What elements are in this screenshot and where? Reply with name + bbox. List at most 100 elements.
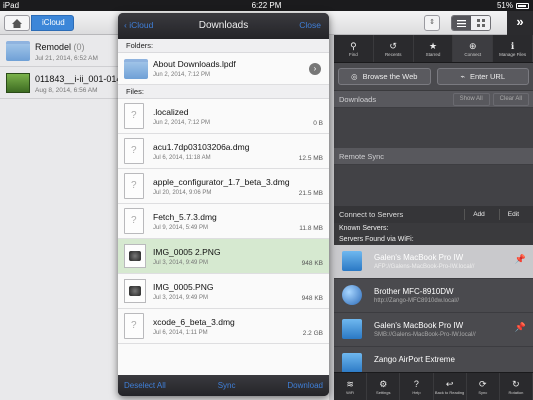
popover-body: Folders: About Downloads.lpdf Jun 2, 201… <box>118 39 329 375</box>
folders-label: Folders: <box>118 39 329 53</box>
status-bar: iPad 6:22 PM 51% <box>0 0 533 11</box>
show-all-button[interactable]: Show All <box>452 93 490 106</box>
tab-connect[interactable]: ⊕ Connect <box>453 35 494 62</box>
wifi-server-icon <box>342 319 362 339</box>
grid-icon <box>476 19 485 27</box>
document-icon <box>124 103 144 129</box>
chevron-right-icon[interactable]: › <box>309 63 321 75</box>
item-date: Jul 21, 2014, 6:52 AM <box>35 55 98 62</box>
close-button[interactable]: Close <box>299 20 321 30</box>
help-icon: ? <box>413 378 419 389</box>
rotate-icon: ↻ <box>512 378 520 389</box>
popover-header: ‹ iCloud Downloads Close <box>118 13 329 39</box>
folder-icon <box>124 59 148 79</box>
file-row[interactable]: acu1.7dp03103206a.dmg Jul 6, 2014, 11:18… <box>118 134 329 169</box>
wifi-server-icon <box>342 353 362 373</box>
folder-icon <box>6 41 30 61</box>
wifi-server-icon <box>342 251 362 271</box>
sort-icon: ⇕ <box>429 19 435 26</box>
image-file-icon <box>124 279 146 303</box>
file-row[interactable]: xcode_6_beta_3.dmg Jul 6, 2014, 1:11 PM … <box>118 309 329 344</box>
downloads-header: Downloads Show All Clear All <box>334 91 533 108</box>
help-button[interactable]: ? Help <box>400 373 434 400</box>
back-icon: ↩ <box>445 378 454 389</box>
item-name: Remodel <box>35 42 72 52</box>
sort-button[interactable]: ⇕ <box>424 15 440 31</box>
file-row[interactable]: Fetch_5.7.3.dmg Jul 9, 2014, 5:49 PM 11.… <box>118 204 329 239</box>
enter-url-button[interactable]: ⌁ Enter URL <box>436 68 529 85</box>
document-icon <box>124 208 144 234</box>
popover-title: Downloads <box>198 20 249 31</box>
info-icon: ℹ <box>510 40 515 51</box>
server-item[interactable]: Brother MFC-8910DW http://Zango-MFC8910d… <box>334 279 533 313</box>
rotation-button[interactable]: ↻ Rotation <box>500 373 533 400</box>
server-item[interactable]: Galen's MacBook Pro IW AFP://Galens-MacB… <box>334 245 533 279</box>
image-thumbnail-icon <box>6 73 30 93</box>
remote-sync-header: Remote Sync <box>334 148 533 165</box>
battery-percent: 51% <box>496 1 513 10</box>
deselect-all-button[interactable]: Deselect All <box>124 381 166 390</box>
grid-view-button[interactable] <box>471 16 490 30</box>
file-row[interactable]: apple_configurator_1.7_beta_3.dmg Jul 20… <box>118 169 329 204</box>
list-item[interactable]: Remodel (0) Jul 21, 2014, 6:52 AM <box>0 35 118 67</box>
home-button[interactable] <box>4 15 30 31</box>
expand-panel-button[interactable]: » <box>507 11 533 35</box>
clock: 6:22 PM <box>251 1 282 10</box>
wifi-icon: ≋ <box>346 378 354 389</box>
list-icon <box>457 19 466 27</box>
wifi-button[interactable]: ≋ WiFi <box>334 373 368 400</box>
file-list: Remodel (0) Jul 21, 2014, 6:52 AM 011843… <box>0 35 122 400</box>
star-icon: ★ <box>428 40 438 51</box>
clear-all-button[interactable]: Clear All <box>492 93 529 106</box>
file-row-selected[interactable]: IMG_0005 2.PNG Jul 3, 2014, 9:49 PM 948 … <box>118 239 329 274</box>
add-server-button[interactable]: Add <box>464 209 493 220</box>
search-icon: ⚲ <box>350 40 357 51</box>
item-name: 011843__i-ii_001-014 <box>35 74 122 84</box>
item-date: Aug 8, 2014, 6:56 AM <box>35 87 98 94</box>
link-icon: ⌁ <box>460 72 465 81</box>
pin-icon[interactable]: 📌 <box>515 322 526 333</box>
tab-find[interactable]: ⚲ Find <box>334 35 374 62</box>
document-icon <box>124 173 144 199</box>
edit-servers-button[interactable]: Edit <box>498 209 527 220</box>
download-button[interactable]: Download <box>287 381 323 390</box>
servers-found-label: Servers Found via WiFi: <box>334 234 533 245</box>
tab-recents[interactable]: ↺ Recents <box>374 35 414 62</box>
globe-icon: ⊕ <box>469 40 477 51</box>
connect-servers-header: Connect to Servers Add Edit <box>334 206 533 223</box>
gear-icon: ⚙ <box>379 378 388 389</box>
list-item[interactable]: 011843__i-ii_001-014 Aug 8, 2014, 6:56 A… <box>0 67 122 99</box>
document-icon <box>124 313 144 339</box>
files-label: Files: <box>118 85 329 99</box>
tab-manage-files[interactable]: ℹ Manage Files <box>493 35 533 62</box>
known-servers-label: Known Servers: <box>334 223 533 234</box>
file-row[interactable]: IMG_0005.PNG Jul 3, 2014, 9:49 PM 948 KB <box>118 274 329 309</box>
downloads-area <box>334 108 533 148</box>
globe-server-icon <box>342 285 362 305</box>
home-icon <box>12 18 22 28</box>
remote-sync-area <box>334 165 533 206</box>
sync-icon: ⟳ <box>479 378 487 389</box>
document-icon <box>124 138 144 164</box>
bottom-toolbar: ≋ WiFi ⚙ Settings ? Help ↩ Back to Reading ⟳… <box>334 372 533 400</box>
tab-starred[interactable]: ★ Starred <box>414 35 454 62</box>
server-item[interactable]: Galen's MacBook Pro IW SMB://Galens-MacB… <box>334 313 533 347</box>
list-view-button[interactable] <box>452 16 471 30</box>
view-toggle <box>451 15 491 31</box>
downloads-popover: ‹ iCloud Downloads Close Folders: About … <box>118 13 329 396</box>
back-to-reading-button[interactable]: ↩ Back to Reading <box>434 373 467 400</box>
settings-button[interactable]: ⚙ Settings <box>367 373 401 400</box>
web-row: ◎ Browse the Web ⌁ Enter URL <box>334 63 533 91</box>
sync-button[interactable]: Sync <box>218 381 236 390</box>
breadcrumb-icloud[interactable]: iCloud <box>31 15 74 31</box>
sync-button[interactable]: ⟳ Sync <box>467 373 500 400</box>
connect-panel: ⚲ Find ↺ Recents ★ Starred ⊕ Connect ℹ Manage… <box>334 35 533 400</box>
folder-row[interactable]: About Downloads.lpdf Jun 2, 2014, 7:12 P… <box>118 53 329 85</box>
item-count: (0) <box>73 42 85 52</box>
file-row[interactable]: .localized Jun 2, 2014, 7:12 PM 0 B <box>118 99 329 134</box>
popover-footer: Deselect All Sync Download <box>118 375 329 396</box>
browse-web-button[interactable]: ◎ Browse the Web <box>338 68 431 85</box>
panel-tabs: ⚲ Find ↺ Recents ★ Starred ⊕ Connect ℹ Manage… <box>334 35 533 63</box>
pin-icon[interactable]: 📌 <box>515 254 526 265</box>
battery-icon <box>516 2 529 9</box>
